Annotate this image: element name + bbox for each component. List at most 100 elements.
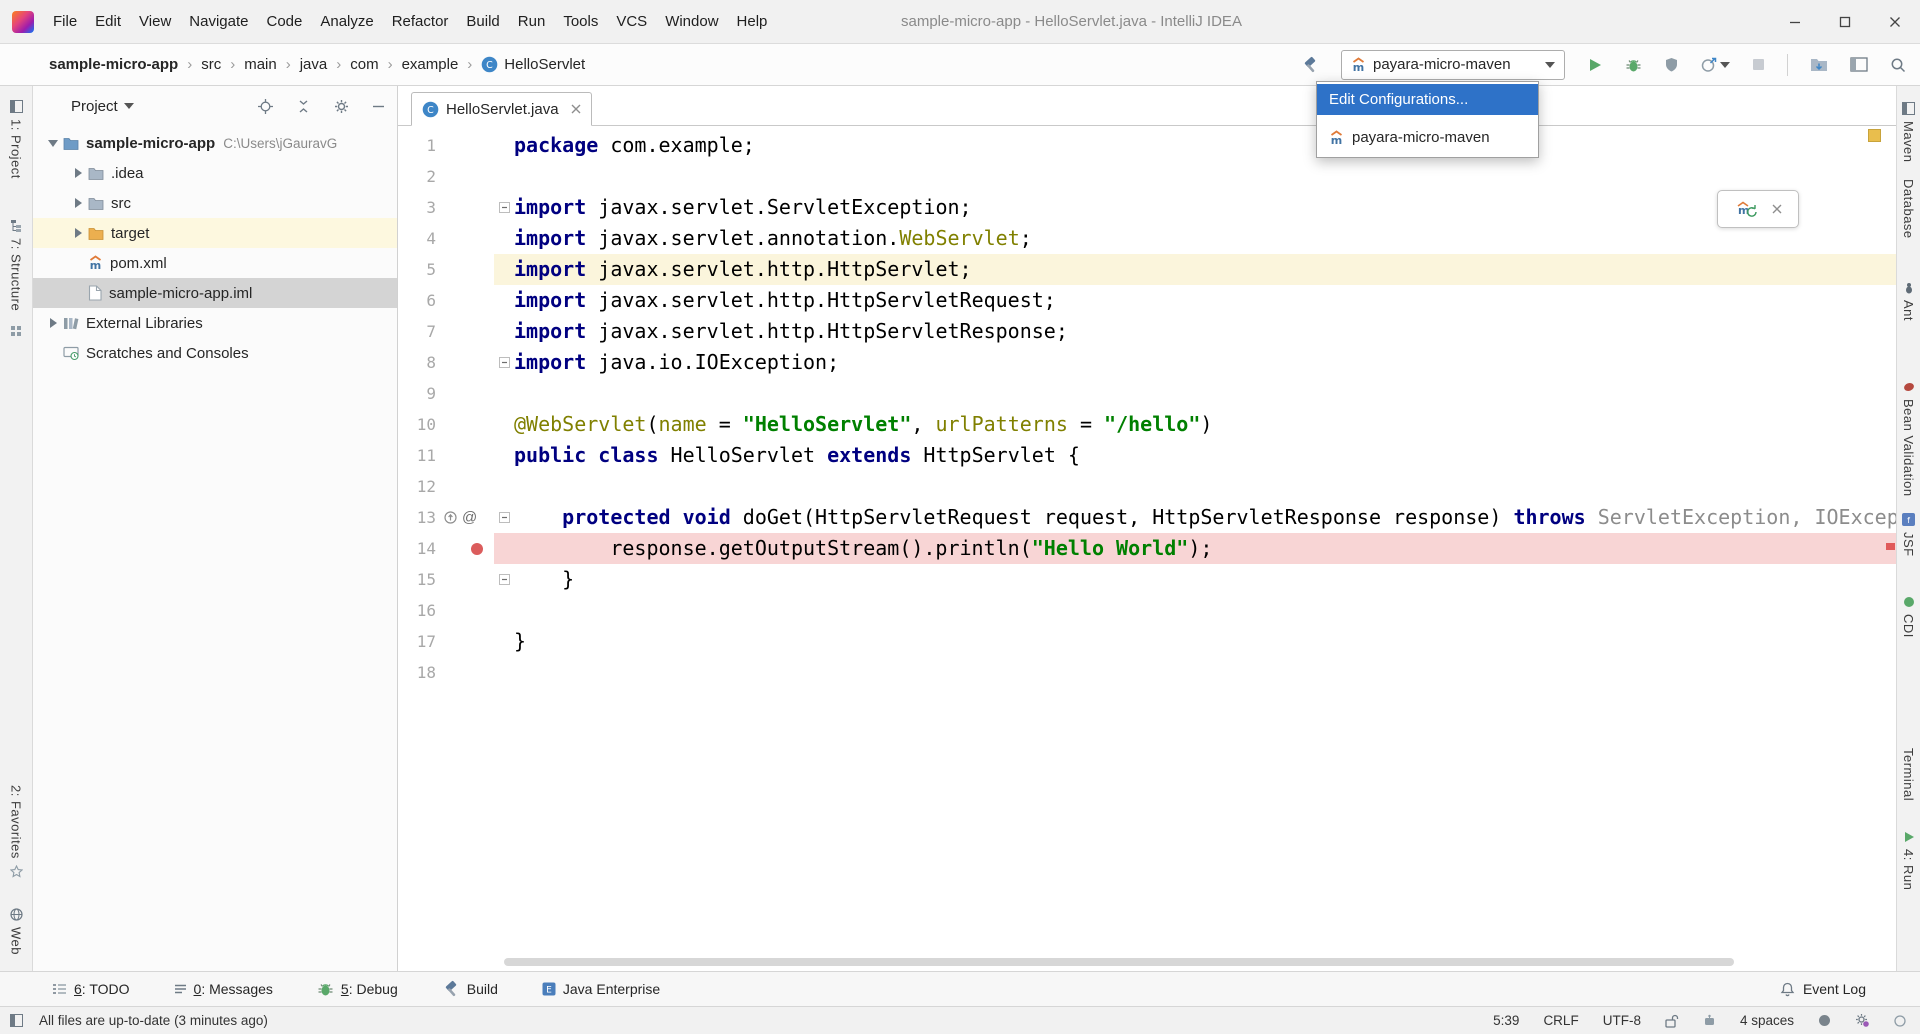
tree-item-scratches-and-consoles[interactable]: Scratches and Consoles [33,338,397,368]
gutter-icons[interactable] [436,533,494,564]
inspection-indicator[interactable] [1868,129,1881,142]
lock-icon[interactable] [1665,1014,1679,1028]
tool-window-switcher-icon[interactable] [10,1014,23,1027]
code-line-body[interactable]: public class HelloServlet extends HttpSe… [494,440,1896,471]
gutter-icons[interactable] [436,347,494,378]
menu-build[interactable]: Build [457,0,508,43]
line-number[interactable]: 8 [398,347,436,378]
line-number[interactable]: 3 [398,192,436,223]
collapse-icon[interactable] [296,99,311,114]
tree-item-target[interactable]: target [33,218,397,248]
line-number[interactable]: 5 [398,254,436,285]
breadcrumb-item-helloservlet[interactable]: CHelloServlet [481,56,585,73]
debug-icon[interactable] [1625,57,1642,73]
code-line-body[interactable]: @WebServlet(name = "HelloServlet", urlPa… [494,409,1896,440]
code-line-body[interactable]: } [494,564,1896,595]
run-config-select[interactable]: m payara-micro-maven [1341,50,1565,80]
line-number[interactable]: 9 [398,378,436,409]
event-log-button[interactable]: Event Log [1780,981,1920,997]
stripe-tab-7-structure[interactable]: 7: Structure [9,219,24,311]
stripe-tab-ant[interactable]: Ant [1901,282,1916,321]
gutter-icons[interactable] [436,285,494,316]
menu-edit[interactable]: Edit [86,0,130,43]
minimize-button[interactable] [1770,0,1820,43]
fold-marker[interactable] [494,512,514,523]
gutter-icons[interactable] [436,223,494,254]
coverage-icon[interactable] [1664,57,1679,73]
gutter-icons[interactable] [436,440,494,471]
code-line-body[interactable]: import javax.servlet.ServletException; [494,192,1896,223]
code-line-body[interactable] [494,471,1896,502]
gutter-icons[interactable] [436,254,494,285]
horizontal-scrollbar[interactable] [504,958,1734,966]
menu-refactor[interactable]: Refactor [383,0,458,43]
line-number[interactable]: 7 [398,316,436,347]
toolwindow-button-debug[interactable]: 5: Debug [317,981,398,997]
stripe-tab-1-project[interactable]: 1: Project [9,100,24,179]
status-widget-utf-8[interactable]: UTF-8 [1603,1013,1641,1028]
line-number[interactable]: 2 [398,161,436,192]
code-line-body[interactable]: protected void doGet(HttpServletRequest … [494,502,1896,533]
tree-item-external-libraries[interactable]: External Libraries [33,308,397,338]
code-line-body[interactable]: import java.io.IOException; [494,347,1896,378]
menu-navigate[interactable]: Navigate [180,0,257,43]
dropdown-item-payara-micro-maven[interactable]: mpayara-micro-maven [1317,122,1538,153]
breadcrumb-item-com[interactable]: com [350,56,378,73]
toolwindow-button-messages[interactable]: 0: Messages [174,981,273,997]
code-line-body[interactable]: import javax.servlet.http.HttpServletRes… [494,316,1896,347]
tree-arrow[interactable] [70,168,86,178]
line-number[interactable]: 12 [398,471,436,502]
fold-marker[interactable] [494,574,514,585]
line-number[interactable]: 6 [398,285,436,316]
build-hammer-button[interactable] [1301,56,1319,74]
folder-run-icon[interactable] [1810,57,1828,72]
tree-arrow[interactable] [70,228,86,238]
code-line-body[interactable] [494,595,1896,626]
stripe-tab-web[interactable]: Web [9,908,24,955]
project-view-select[interactable]: Project [71,98,134,115]
gutter-icons[interactable] [436,595,494,626]
stripe-tab-terminal[interactable]: Terminal [1901,748,1916,801]
code-line-body[interactable]: import javax.servlet.http.HttpServletReq… [494,285,1896,316]
line-number[interactable]: 16 [398,595,436,626]
close-icon[interactable] [1772,204,1782,214]
gear-badge-icon[interactable] [1855,1013,1870,1028]
menu-analyze[interactable]: Analyze [311,0,382,43]
gear-icon[interactable] [334,99,349,114]
tree-item-sample-micro-app-iml[interactable]: sample-micro-app.iml [33,278,397,308]
menu-tools[interactable]: Tools [554,0,607,43]
gutter-icons[interactable] [436,626,494,657]
gutter-icons[interactable]: @ [436,502,494,533]
maximize-button[interactable] [1820,0,1870,43]
stripe-tab-cdi[interactable]: CDI [1901,596,1916,638]
menu-view[interactable]: View [130,0,180,43]
crosshair-icon[interactable] [258,99,273,114]
run-icon[interactable] [1587,57,1603,73]
stripe-tab-maven[interactable]: Maven [1901,102,1916,163]
tree-arrow[interactable] [45,140,61,147]
line-number[interactable]: 4 [398,223,436,254]
menu-code[interactable]: Code [257,0,311,43]
tree-item-pom-xml[interactable]: mpom.xml [33,248,397,278]
line-number[interactable]: 15 [398,564,436,595]
close-button[interactable] [1870,0,1920,43]
stripe-tab-database[interactable]: Database [1901,179,1916,239]
gutter-icons[interactable] [436,378,494,409]
line-number[interactable]: 10 [398,409,436,440]
menu-run[interactable]: Run [509,0,555,43]
status-widget-4-spaces[interactable]: 4 spaces [1740,1013,1794,1028]
gutter-icons[interactable] [436,471,494,502]
circle-icon[interactable] [1894,1015,1906,1027]
line-number[interactable]: 17 [398,626,436,657]
gutter-icons[interactable] [436,161,494,192]
gutter-icons[interactable] [436,130,494,161]
code-line-body[interactable]: } [494,626,1896,657]
breadcrumb-item-main[interactable]: main [244,56,277,73]
gutter-icons[interactable] [436,192,494,223]
code-line-body[interactable]: package com.example; [494,130,1896,161]
tree-arrow[interactable] [45,318,61,328]
code-line-body[interactable]: import javax.servlet.http.HttpServlet; [494,254,1896,285]
line-number[interactable]: 14 [398,533,436,564]
breadcrumb-item-src[interactable]: src [201,56,221,73]
tree-arrow[interactable] [70,198,86,208]
